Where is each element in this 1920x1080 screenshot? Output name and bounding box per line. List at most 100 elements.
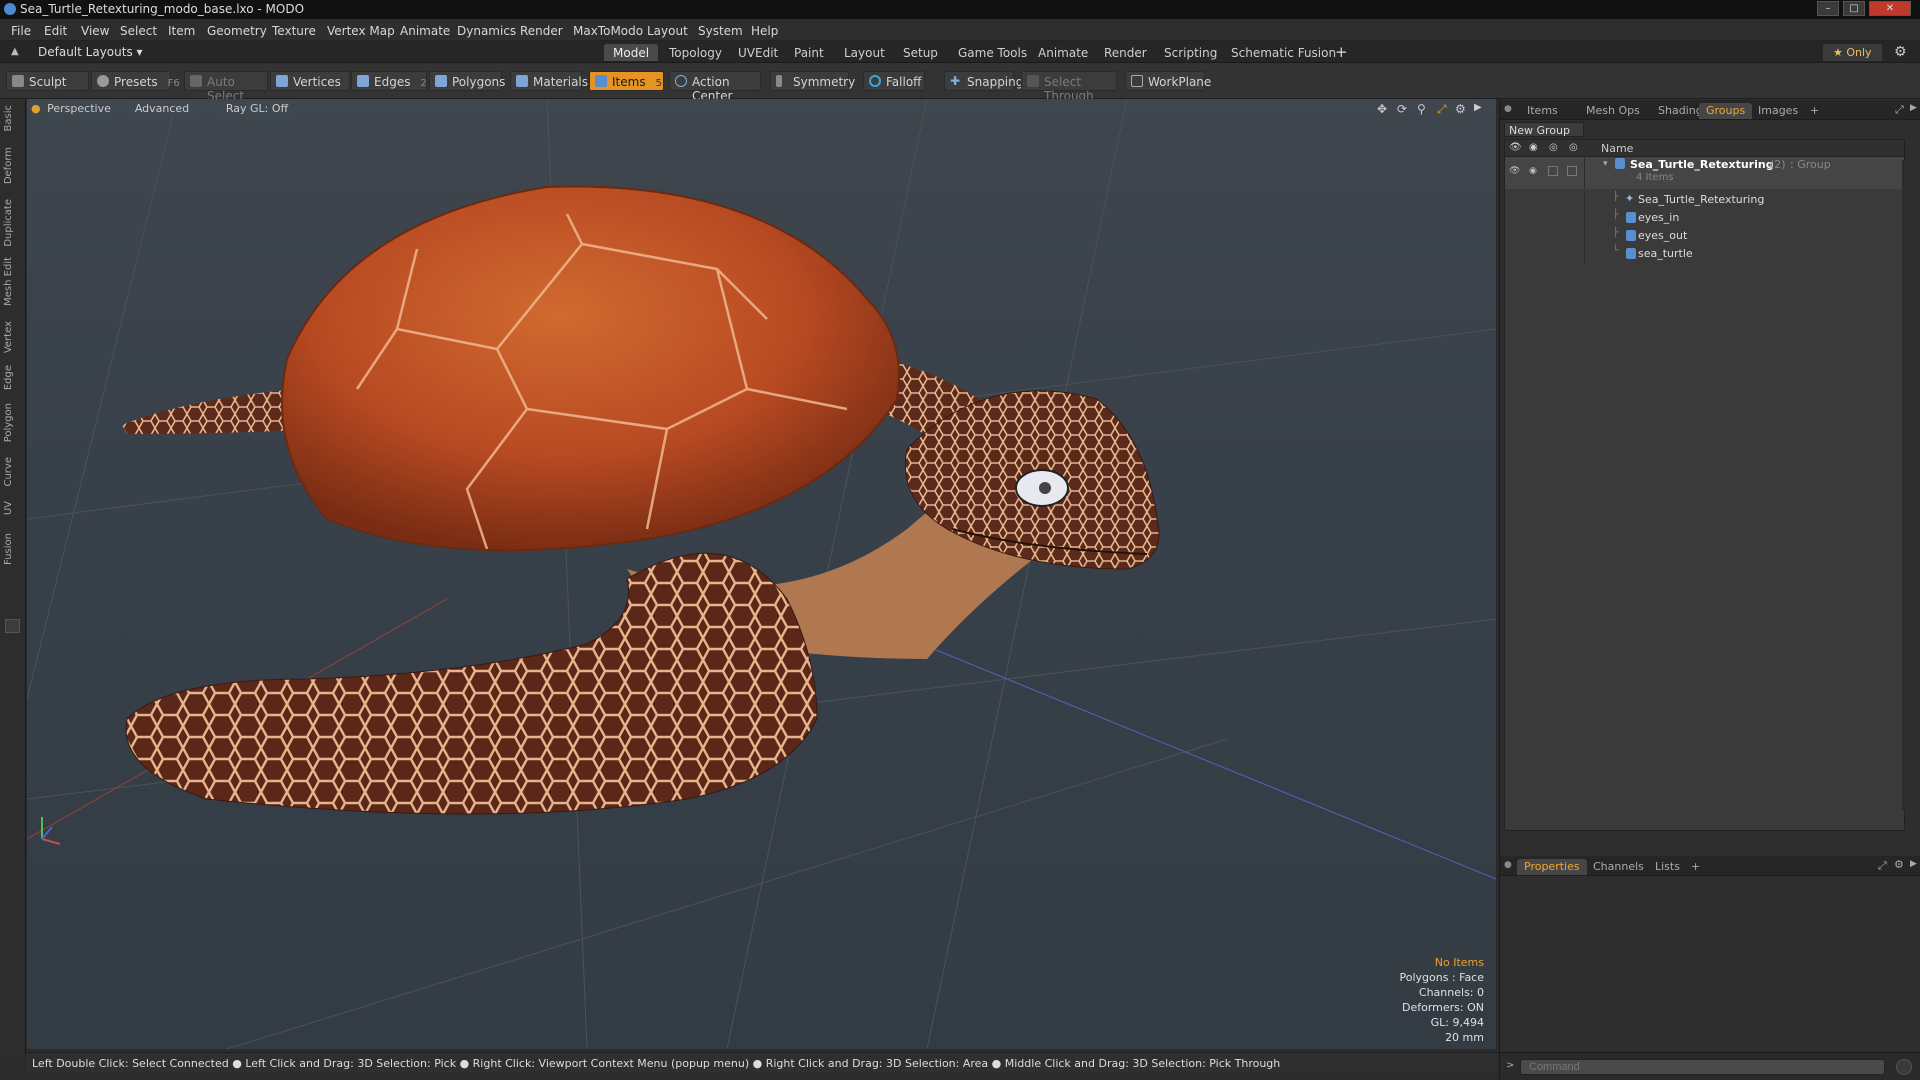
menu-file[interactable]: File	[11, 24, 31, 38]
tab-game-tools[interactable]: Game Tools	[949, 44, 1036, 61]
polygons-button[interactable]: Polygons	[429, 71, 505, 91]
zoom-view-icon[interactable]: ⚲	[1417, 102, 1426, 116]
menu-select[interactable]: Select	[120, 24, 157, 38]
bottom-panel-expand-icon[interactable]: ⤢	[1878, 859, 1887, 873]
menu-item[interactable]: Item	[168, 24, 195, 38]
vtab-vertex[interactable]: Vertex	[3, 321, 23, 353]
add-tab-icon[interactable]: +	[1335, 43, 1348, 61]
vtab-curve[interactable]: Curve	[3, 457, 23, 487]
presets-button[interactable]: Presets F6	[91, 71, 180, 91]
edges-button[interactable]: Edges 2	[351, 71, 427, 91]
render-column-icon[interactable]: ◉	[1529, 142, 1543, 154]
vtab-deform[interactable]: Deform	[3, 147, 23, 184]
vtab-mesh-edit[interactable]: Mesh Edit	[3, 257, 23, 306]
viewport-pin-icon[interactable]: ●	[31, 102, 41, 116]
tab-animate[interactable]: Animate	[1029, 44, 1097, 61]
auto-select-button[interactable]: Auto Select	[184, 71, 268, 103]
tab-topology[interactable]: Topology	[660, 44, 731, 61]
bottom-panel-pin-icon[interactable]: ●	[1504, 860, 1512, 870]
shading-mode-dropdown[interactable]: Advanced	[127, 102, 197, 116]
close-button[interactable]: ✕	[1869, 1, 1911, 16]
view-mode-dropdown[interactable]: Perspective	[44, 102, 114, 116]
name-column-header[interactable]: Name	[1601, 142, 1633, 155]
menu-geometry[interactable]: Geometry	[207, 24, 267, 38]
workplane-button[interactable]: WorkPlane	[1125, 71, 1211, 91]
gear-icon[interactable]: ⚙	[1894, 44, 1907, 60]
lock-column-icon[interactable]: ◎	[1549, 142, 1563, 154]
menu-edit[interactable]: Edit	[44, 24, 67, 38]
move-view-icon[interactable]: ✥	[1377, 102, 1387, 116]
group-row-main[interactable]: 👁 ◉ ▾ Sea_Turtle_Retexturing (2) : Group…	[1505, 157, 1904, 189]
menu-render[interactable]: Render	[520, 24, 563, 38]
tab-groups[interactable]: Groups	[1699, 103, 1753, 119]
items-button[interactable]: Items 5	[589, 71, 664, 91]
bottom-panel-gear-icon[interactable]: ⚙	[1894, 858, 1904, 871]
tab-properties[interactable]: Properties	[1517, 859, 1587, 875]
only-toggle[interactable]: ★ Only	[1823, 44, 1882, 61]
sculpt-button[interactable]: Sculpt	[6, 71, 89, 91]
group-child-row[interactable]: ├ eyes_in	[1505, 209, 1904, 227]
panel-expand-icon[interactable]: ⤢	[1895, 103, 1904, 117]
menu-texture[interactable]: Texture	[272, 24, 316, 38]
maximize-button[interactable]: □	[1843, 1, 1865, 16]
tab-channels[interactable]: Channels	[1586, 859, 1651, 875]
select-column-icon[interactable]: ◎	[1569, 142, 1583, 154]
tab-items[interactable]: Items	[1520, 103, 1565, 119]
group-child-row[interactable]: └ sea_turtle	[1505, 245, 1904, 263]
tab-scripting[interactable]: Scripting	[1155, 44, 1226, 61]
falloff-button[interactable]: Falloff	[863, 71, 925, 91]
menu-system[interactable]: System	[698, 24, 743, 38]
tab-layout[interactable]: Layout	[835, 44, 894, 61]
add-panel-tab-icon[interactable]: +	[1803, 103, 1826, 119]
tab-images[interactable]: Images	[1751, 103, 1805, 119]
menu-maxtomodo[interactable]: MaxToModo	[573, 24, 643, 38]
tab-setup[interactable]: Setup	[894, 44, 947, 61]
menu-view[interactable]: View	[81, 24, 109, 38]
group-select-checkbox[interactable]	[1567, 166, 1577, 176]
vtab-polygon[interactable]: Polygon	[3, 403, 23, 442]
group-child-row[interactable]: ├ ✦ Sea_Turtle_Retexturing	[1505, 191, 1904, 209]
group-eye-icon[interactable]: 👁	[1509, 166, 1520, 176]
command-input[interactable]	[1520, 1059, 1885, 1075]
action-center-button[interactable]: Action Center	[669, 71, 761, 103]
tab-lists[interactable]: Lists	[1648, 859, 1687, 875]
group-lock-checkbox[interactable]	[1548, 166, 1558, 176]
fit-view-icon[interactable]: ⤢	[1437, 102, 1447, 116]
layout-selector[interactable]: Default Layouts ▾	[38, 45, 143, 59]
3d-viewport[interactable]: ● Perspective Advanced Ray GL: Off ✥ ⟳ ⚲…	[27, 99, 1496, 1049]
bottom-panel-menu-icon[interactable]: ▶	[1910, 859, 1917, 869]
rotate-view-icon[interactable]: ⟳	[1397, 102, 1407, 116]
palette-toggle-icon[interactable]	[5, 619, 20, 633]
snapping-button[interactable]: ✚ Snapping	[944, 71, 1023, 91]
menu-dynamics[interactable]: Dynamics	[457, 24, 516, 38]
groups-scrollbar[interactable]	[1902, 160, 1905, 810]
tab-mesh-ops[interactable]: Mesh Ops	[1579, 103, 1647, 119]
vtab-fusion[interactable]: Fusion	[3, 533, 23, 565]
viewport-more-icon[interactable]: ▶	[1474, 102, 1482, 116]
vtab-basic[interactable]: Basic	[3, 105, 23, 131]
materials-button[interactable]: Materials	[510, 71, 588, 91]
vtab-duplicate[interactable]: Duplicate	[3, 199, 23, 247]
vertices-button[interactable]: Vertices1	[270, 71, 357, 91]
minimize-button[interactable]: –	[1817, 1, 1839, 16]
tab-paint[interactable]: Paint	[785, 44, 833, 61]
menu-help[interactable]: Help	[751, 24, 778, 38]
command-history-icon[interactable]	[1896, 1059, 1912, 1075]
tab-schematic-fusion[interactable]: Schematic Fusion	[1222, 44, 1345, 61]
vtab-uv[interactable]: UV	[3, 501, 23, 515]
menu-animate[interactable]: Animate	[400, 24, 450, 38]
tab-model[interactable]: Model	[604, 44, 659, 61]
group-expand-icon[interactable]: ▾	[1603, 159, 1608, 169]
visibility-column-icon[interactable]: 👁	[1509, 142, 1523, 154]
symmetry-button[interactable]: Symmetry	[770, 71, 855, 91]
raygl-toggle[interactable]: Ray GL: Off	[217, 102, 297, 116]
panel-menu-icon[interactable]: ▶	[1910, 103, 1917, 113]
tab-uvedit[interactable]: UVEdit	[729, 44, 787, 61]
select-through-button[interactable]: Select Through	[1021, 71, 1117, 103]
add-bottom-tab-icon[interactable]: +	[1684, 859, 1707, 875]
layout-up-icon[interactable]: ▲	[11, 46, 19, 57]
menu-layout[interactable]: Layout	[647, 24, 688, 38]
panel-pin-icon[interactable]: ●	[1504, 104, 1512, 114]
group-child-row[interactable]: ├ eyes_out	[1505, 227, 1904, 245]
viewport-settings-icon[interactable]: ⚙	[1455, 102, 1466, 116]
